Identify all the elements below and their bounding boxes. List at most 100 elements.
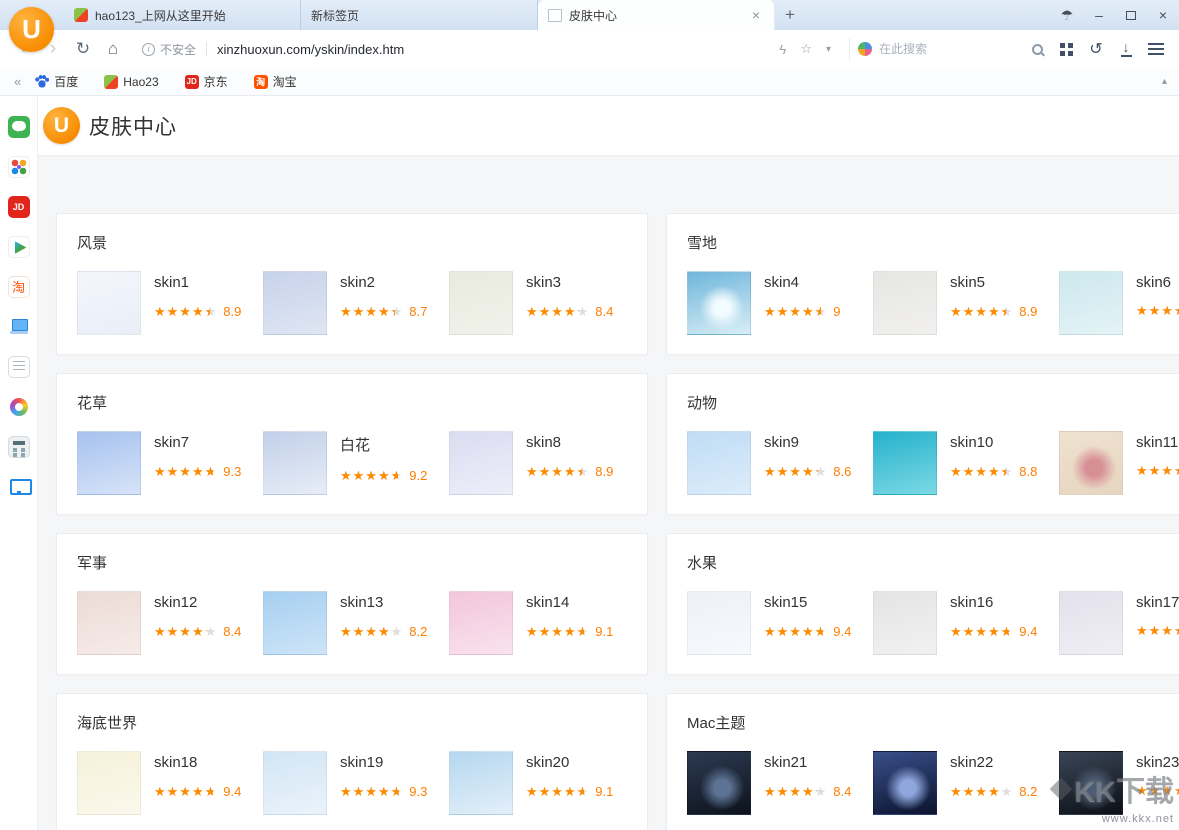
bookmark-item[interactable]: JD京东 xyxy=(185,73,228,90)
download-icon[interactable]: ↓ xyxy=(1111,41,1141,57)
skin-item[interactable]: skin19★★★★★★★★★★9.3 xyxy=(263,751,442,815)
undo-icon[interactable]: ↺ xyxy=(1081,39,1111,59)
skin-name: skin21 xyxy=(764,754,851,771)
bookmark-item[interactable]: 淘淘宝 xyxy=(254,73,297,90)
skin-item[interactable]: skin12★★★★★★★★★★8.4 xyxy=(77,591,256,655)
skin-thumbnail[interactable] xyxy=(1059,591,1123,655)
skin-thumbnail[interactable] xyxy=(77,431,141,495)
skin-thumbnail[interactable] xyxy=(1059,751,1123,815)
skin-item[interactable]: skin22★★★★★★★★★★8.2 xyxy=(873,751,1052,815)
skin-item[interactable]: skin4★★★★★★★★★★9 xyxy=(687,271,866,335)
skin-item[interactable]: skin10★★★★★★★★★★8.8 xyxy=(873,431,1052,495)
skin-item[interactable]: skin23★★★★★★★★★★ xyxy=(1059,751,1179,815)
side-strip: JD 淘 xyxy=(0,96,38,830)
paint-icon[interactable] xyxy=(8,396,30,418)
star-rating-icon: ★★★★★★★★★★ xyxy=(154,465,217,478)
monitor-icon[interactable] xyxy=(8,476,30,498)
skin-thumbnail[interactable] xyxy=(873,751,937,815)
skin-item[interactable]: skin5★★★★★★★★★★8.9 xyxy=(873,271,1052,335)
skin-thumbnail[interactable] xyxy=(263,271,327,335)
skin-item[interactable]: skin11★★★★★★★★★★ xyxy=(1059,431,1179,495)
skin-item[interactable]: skin7★★★★★★★★★★9.3 xyxy=(77,431,256,495)
calc-icon[interactable] xyxy=(8,436,30,458)
theme-umbrella-icon[interactable]: ☂ xyxy=(1051,0,1083,30)
jd-icon[interactable]: JD xyxy=(8,196,30,218)
skin-item[interactable]: skin16★★★★★★★★★★9.4 xyxy=(873,591,1052,655)
stars-filled: ★★★★★ xyxy=(950,305,1006,318)
apps-grid-icon[interactable] xyxy=(1051,43,1081,56)
security-info-icon[interactable]: i xyxy=(142,43,155,56)
skin-thumbnail[interactable] xyxy=(873,271,937,335)
skin-item[interactable]: skin20★★★★★★★★★★9.1 xyxy=(449,751,628,815)
menu-icon[interactable] xyxy=(1141,48,1171,50)
search-box[interactable] xyxy=(849,38,1051,60)
stars-filled: ★★★★★ xyxy=(950,625,1009,638)
skin-thumbnail[interactable] xyxy=(77,591,141,655)
apps-icon[interactable] xyxy=(8,156,30,178)
maximize-button[interactable] xyxy=(1115,0,1147,30)
skin-thumbnail[interactable] xyxy=(687,431,751,495)
tab-hao123[interactable]: hao123_上网从这里开始 xyxy=(64,0,301,30)
skin-item[interactable]: skin13★★★★★★★★★★8.2 xyxy=(263,591,442,655)
taobao-icon[interactable]: 淘 xyxy=(8,276,30,298)
skin-thumbnail[interactable] xyxy=(449,431,513,495)
skin-item[interactable]: skin1★★★★★★★★★★8.9 xyxy=(77,271,256,335)
skin-item[interactable]: skin8★★★★★★★★★★8.9 xyxy=(449,431,628,495)
search-input[interactable] xyxy=(879,42,1025,56)
category-card: 风景skin1★★★★★★★★★★8.9skin2★★★★★★★★★★8.7sk… xyxy=(56,213,648,355)
video-icon[interactable] xyxy=(8,236,30,258)
url-dropdown-icon[interactable]: ▾ xyxy=(826,44,831,55)
skin-name: skin3 xyxy=(526,274,613,291)
skin-item[interactable]: skin6★★★★★★★★★★ xyxy=(1059,271,1179,335)
tab-close-icon[interactable]: × xyxy=(748,7,764,23)
skin-thumbnail[interactable] xyxy=(263,431,327,495)
skin-thumbnail[interactable] xyxy=(263,591,327,655)
bookmark-item[interactable]: Hao23 xyxy=(104,75,158,89)
skin-thumbnail[interactable] xyxy=(687,751,751,815)
home-button[interactable]: ⌂ xyxy=(98,39,128,59)
skin-thumbnail[interactable] xyxy=(1059,431,1123,495)
uc-browser-logo[interactable]: U xyxy=(9,7,54,52)
skin-item[interactable]: skin2★★★★★★★★★★8.7 xyxy=(263,271,442,335)
skin-thumbnail[interactable] xyxy=(263,751,327,815)
search-icon[interactable] xyxy=(1032,44,1043,55)
skin-item[interactable]: skin18★★★★★★★★★★9.4 xyxy=(77,751,256,815)
tab-new-page[interactable]: 新标签页 xyxy=(301,0,538,30)
skin-thumbnail[interactable] xyxy=(77,271,141,335)
skin-score: 9.4 xyxy=(1019,624,1037,639)
skin-thumbnail[interactable] xyxy=(687,591,751,655)
skin-item[interactable]: skin21★★★★★★★★★★8.4 xyxy=(687,751,866,815)
skin-thumbnail[interactable] xyxy=(449,751,513,815)
skin-item[interactable]: skin9★★★★★★★★★★8.6 xyxy=(687,431,866,495)
skin-name: skin22 xyxy=(950,754,1037,771)
wechat-icon[interactable] xyxy=(8,116,30,138)
skin-item[interactable]: skin15★★★★★★★★★★9.4 xyxy=(687,591,866,655)
skin-thumbnail[interactable] xyxy=(1059,271,1123,335)
address-bar[interactable]: i 不安全 xinzhuoxun.com/yskin/index.htm ϟ ☆… xyxy=(136,36,841,62)
skin-thumbnail[interactable] xyxy=(449,271,513,335)
search-engine-icon[interactable] xyxy=(858,42,872,56)
bookmarks-up-icon[interactable]: ▴ xyxy=(1162,76,1167,87)
minimize-button[interactable]: – xyxy=(1083,0,1115,30)
favorite-star-icon[interactable]: ☆ xyxy=(800,41,812,57)
skin-item[interactable]: skin3★★★★★★★★★★8.4 xyxy=(449,271,628,335)
tab-skin-center[interactable]: 皮肤中心 × xyxy=(538,0,775,30)
skin-item[interactable]: skin17★★★★★★★★★★ xyxy=(1059,591,1179,655)
skin-item[interactable]: 白花★★★★★★★★★★9.2 xyxy=(263,431,442,495)
close-button[interactable]: × xyxy=(1147,0,1179,30)
skin-thumbnail[interactable] xyxy=(687,271,751,335)
refresh-button[interactable]: ↻ xyxy=(68,39,98,59)
sidebar-collapse-icon[interactable]: « xyxy=(14,74,21,89)
bookmark-item[interactable]: 百度 xyxy=(35,73,78,90)
skin-thumbnail[interactable] xyxy=(873,431,937,495)
laptop-icon[interactable] xyxy=(8,316,30,338)
skin-thumbnail[interactable] xyxy=(873,591,937,655)
quick-access-icon[interactable]: ϟ xyxy=(779,42,786,57)
skin-thumbnail[interactable] xyxy=(449,591,513,655)
skin-score: 8.2 xyxy=(1019,784,1037,799)
new-tab-button[interactable]: + xyxy=(775,0,805,30)
skin-thumbnail[interactable] xyxy=(77,751,141,815)
notes-icon[interactable] xyxy=(8,356,30,378)
skin-item[interactable]: skin14★★★★★★★★★★9.1 xyxy=(449,591,628,655)
skin-info: skin10★★★★★★★★★★8.8 xyxy=(950,431,1037,495)
